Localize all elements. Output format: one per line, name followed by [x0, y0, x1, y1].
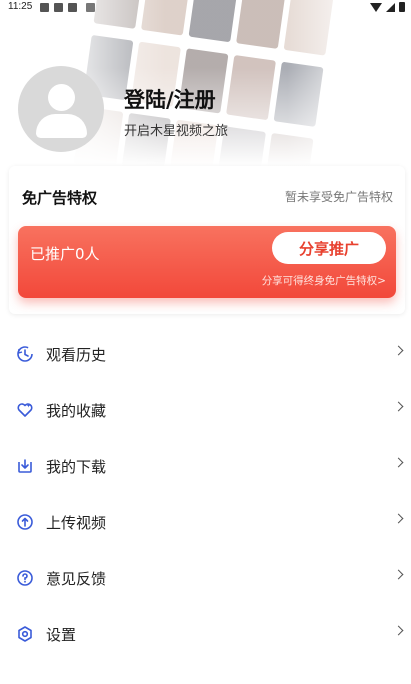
chevron-right-icon — [393, 401, 404, 412]
ad-free-status: 暂未享受免广告特权 — [284, 190, 393, 204]
menu-item-history[interactable]: 观看历史 — [0, 326, 411, 382]
heart-icon — [17, 403, 33, 417]
signal-icon — [386, 2, 395, 12]
notification-icon — [86, 3, 95, 12]
avatar-head — [48, 84, 75, 111]
promotion-count: 已推广0人 — [30, 245, 100, 263]
status-bar: 11:25 — [0, 0, 411, 16]
promotion-hint-link[interactable]: 分享可得终身免广告特权> — [262, 273, 386, 288]
battery-icon — [399, 2, 405, 12]
menu-item-feedback[interactable]: 意见反馈 — [0, 550, 411, 606]
menu-item-downloads[interactable]: 我的下载 — [0, 438, 411, 494]
notification-icon — [40, 3, 49, 12]
status-time: 11:25 — [8, 1, 33, 12]
menu-label: 观看历史 — [46, 346, 107, 364]
ad-free-title: 免广告特权 — [22, 189, 98, 207]
help-icon — [17, 570, 33, 586]
menu-label: 意见反馈 — [46, 570, 107, 588]
history-icon — [17, 346, 33, 362]
chevron-right-icon — [393, 625, 404, 636]
menu-item-favorites[interactable]: 我的收藏 — [0, 382, 411, 438]
login-register-link[interactable]: 登陆/注册 — [124, 84, 216, 114]
avatar-body — [36, 114, 87, 138]
menu-label: 设置 — [46, 626, 77, 644]
wifi-icon — [370, 2, 382, 12]
menu-label: 我的收藏 — [46, 402, 107, 420]
chevron-right-icon — [393, 513, 404, 524]
notification-icon — [68, 3, 77, 12]
avatar[interactable] — [18, 66, 104, 152]
download-icon — [18, 459, 32, 473]
ad-free-card: 免广告特权 暂未享受免广告特权 已推广0人 分享推广 分享可得终身免广告特权> — [9, 166, 405, 314]
promotion-panel: 已推广0人 分享推广 分享可得终身免广告特权> — [18, 226, 396, 298]
notification-icon — [54, 3, 63, 12]
chevron-right-icon — [393, 345, 404, 356]
chevron-right-icon — [393, 457, 404, 468]
upload-icon — [17, 514, 33, 530]
chevron-right-icon — [393, 569, 404, 580]
settings-icon — [18, 626, 32, 642]
share-promote-button[interactable]: 分享推广 — [272, 232, 386, 264]
menu-label: 上传视频 — [46, 514, 107, 532]
menu-item-upload[interactable]: 上传视频 — [0, 494, 411, 550]
menu-item-settings[interactable]: 设置 — [0, 606, 411, 662]
profile-subtitle: 开启木星视频之旅 — [124, 124, 229, 139]
menu-label: 我的下载 — [46, 458, 107, 476]
